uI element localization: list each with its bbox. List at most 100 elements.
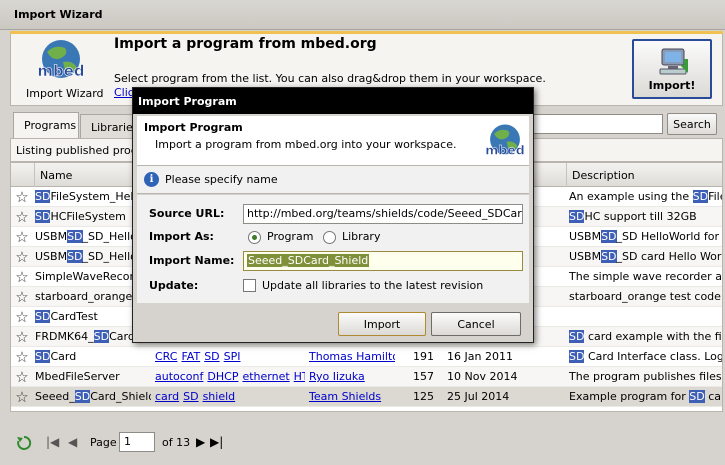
favorite-star-icon[interactable]: ☆: [13, 228, 31, 246]
desc-highlight: SD: [569, 350, 585, 363]
desc-highlight: SD: [601, 230, 617, 243]
page-input[interactable]: 1: [119, 432, 155, 452]
program-description: The simple wave recorder and: [567, 267, 723, 287]
radio-program-label: Program: [267, 230, 314, 243]
favorite-star-icon[interactable]: ☆: [13, 348, 31, 366]
import-wizard-button[interactable]: Import!: [632, 39, 712, 99]
table-row[interactable]: ☆SDCardCRCFATSDSPIThomas Hamilton19116 J…: [11, 347, 722, 367]
update-label: Update:: [149, 279, 199, 292]
publish-date: 25 Jul 2014: [447, 390, 510, 403]
program-description: SD Card Interface class. Log ra: [567, 347, 722, 367]
author-link[interactable]: Team Shields: [307, 387, 395, 407]
program-description: [567, 307, 722, 327]
favorite-star-icon[interactable]: ☆: [13, 388, 31, 406]
desc-prefix: The simple wave recorder and: [569, 270, 723, 283]
desc-highlight: SD: [569, 330, 585, 343]
tag-link[interactable]: SD: [204, 350, 219, 363]
name-highlight: SD: [67, 250, 83, 263]
desc-suffix: FileSy: [708, 190, 722, 203]
tag-link[interactable]: shield: [203, 390, 236, 403]
import-name-label: Import Name:: [149, 254, 235, 267]
name-highlight: SD: [35, 310, 51, 323]
desc-prefix: USBM: [569, 230, 602, 243]
dialog-info-bar: i Please specify name: [137, 166, 529, 194]
favorite-star-icon[interactable]: ☆: [13, 248, 31, 266]
program-description: An example using the SDFileSy: [567, 187, 722, 207]
tag-link[interactable]: SD: [183, 390, 198, 403]
tag-link[interactable]: HTTP: [294, 370, 305, 383]
name-highlight: SD: [35, 350, 51, 363]
desc-prefix: USBM: [569, 250, 602, 263]
favorite-star-icon[interactable]: ☆: [13, 208, 31, 226]
source-url-label: Source URL:: [149, 207, 225, 220]
page-count: of 13: [162, 436, 191, 449]
imports-count: 125: [413, 390, 434, 403]
header-accent: [10, 31, 723, 34]
tab-programs[interactable]: Programs: [13, 112, 79, 139]
window-title: Import Wizard: [0, 0, 725, 30]
tag-link[interactable]: SPI: [224, 350, 241, 363]
name-highlight: SD: [35, 210, 51, 223]
info-message: Please specify name: [165, 173, 278, 186]
page-label: Page: [90, 436, 117, 449]
favorite-star-icon[interactable]: ☆: [13, 288, 31, 306]
prev-page-icon[interactable]: ◀: [68, 435, 77, 449]
desc-suffix: HC support till 32GB: [584, 210, 697, 223]
info-icon: i: [144, 172, 159, 187]
program-description: The program publishes files at: [567, 367, 722, 387]
source-url-input[interactable]: http://mbed.org/teams/shields/code/Seeed…: [243, 204, 523, 224]
desc-highlight: SD: [601, 250, 617, 263]
desc-prefix: Example program for: [569, 390, 690, 403]
svg-text:mbed: mbed: [485, 142, 525, 157]
desc-prefix: An example using the: [569, 190, 693, 203]
table-row[interactable]: ☆ Seeed_SDCard_Shield card SD shield Team Shi…: [11, 387, 722, 407]
favorite-star-icon[interactable]: ☆: [13, 268, 31, 286]
import-name-input[interactable]: Seeed_SDCard_Shield: [243, 251, 523, 271]
update-checkbox-label: Update all libraries to the latest revis…: [262, 279, 484, 292]
table-row[interactable]: ☆ MbedFileServer autoconf DHCP ethernet HTTPR…: [11, 367, 722, 387]
name-highlight: SD: [35, 190, 51, 203]
header-link[interactable]: Clic: [114, 86, 134, 99]
name-suffix: Card: [109, 330, 135, 343]
tag-link[interactable]: ethernet: [242, 370, 289, 383]
dialog-header-description: Import a program from mbed.org into your…: [155, 138, 457, 151]
pager: |◀ ◀ Page 1 of 13 ▶ ▶|: [10, 431, 723, 457]
next-page-icon[interactable]: ▶: [196, 435, 205, 449]
update-checkbox[interactable]: [243, 279, 256, 292]
search-input[interactable]: [531, 114, 663, 134]
tab-libraries[interactable]: Libraries: [80, 114, 140, 140]
desc-prefix: starboard_orange test code for: [569, 290, 723, 303]
name-suffix: Card: [50, 350, 77, 363]
favorite-star-icon[interactable]: ☆: [13, 328, 31, 346]
dialog-import-button[interactable]: Import: [338, 312, 426, 336]
name-highlight: SD: [74, 390, 91, 403]
radio-program[interactable]: [248, 231, 261, 244]
name-prefix: MbedFileServer: [35, 370, 120, 383]
refresh-icon[interactable]: [16, 435, 32, 451]
author-link[interactable]: Thomas Hamilton: [307, 347, 395, 367]
last-page-icon[interactable]: ▶|: [210, 435, 223, 449]
first-page-icon[interactable]: |◀: [46, 435, 59, 449]
mbed-logo-icon: mbed: [37, 40, 85, 80]
tag-link[interactable]: FAT: [181, 350, 200, 363]
program-description: Example program for SD card s: [567, 387, 722, 407]
author-link[interactable]: Ryo Iizuka: [307, 367, 395, 387]
dialog-title: Import Program: [133, 88, 533, 114]
tag-link[interactable]: autoconf: [155, 370, 203, 383]
favorite-star-icon[interactable]: ☆: [13, 368, 31, 386]
dialog-form: Source URL: http://mbed.org/teams/shield…: [137, 195, 529, 303]
dialog-cancel-button[interactable]: Cancel: [431, 312, 521, 336]
name-prefix: SimpleWaveRecorde: [35, 270, 148, 283]
radio-library[interactable]: [323, 231, 336, 244]
tag-link[interactable]: CRC: [155, 350, 177, 363]
favorite-star-icon[interactable]: ☆: [13, 188, 31, 206]
favorite-star-icon[interactable]: ☆: [13, 308, 31, 326]
program-description: SDHC support till 32GB: [567, 207, 722, 227]
col-description[interactable]: Description: [567, 163, 722, 187]
imports-count: 157: [413, 370, 434, 383]
search-button[interactable]: Search: [667, 113, 717, 135]
tag-link[interactable]: DHCP: [207, 370, 238, 383]
imports-count: 191: [413, 350, 434, 363]
svg-text:mbed: mbed: [37, 62, 84, 80]
tag-link[interactable]: card: [155, 390, 179, 403]
